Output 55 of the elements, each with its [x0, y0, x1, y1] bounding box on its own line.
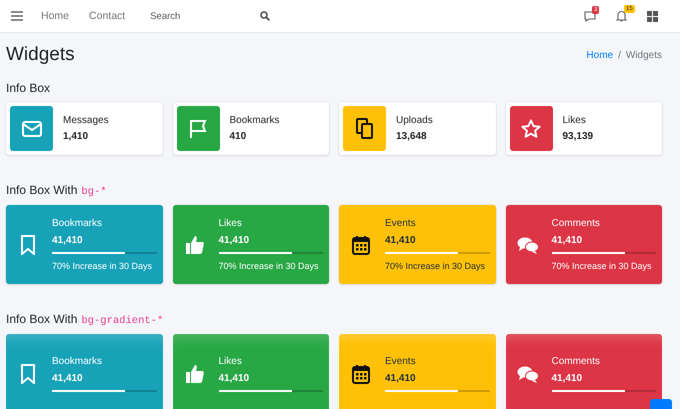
nav-link[interactable]: Home [41, 10, 70, 22]
section-heading: Info Box [6, 81, 52, 95]
copy-icon [356, 118, 373, 139]
breadcrumb-link[interactable]: Home [586, 50, 614, 60]
info-box-value: 41,410 [218, 372, 250, 384]
grid-icon[interactable] [647, 10, 658, 22]
menu-icon[interactable] [11, 11, 23, 21]
info-box-value: 41,410 [552, 235, 582, 246]
info-box-value: 410 [230, 131, 246, 142]
info-box-label: Messages [63, 115, 109, 126]
info-box-label: Comments [552, 218, 600, 229]
info-box-value: 41,410 [385, 372, 416, 384]
bookmark-icon [21, 234, 35, 254]
comments-icon [516, 364, 538, 382]
envelope-icon [22, 120, 42, 136]
calendar-icon [352, 234, 370, 254]
breadcrumb-link[interactable]: Widgets [626, 50, 662, 60]
info-box-label: Uploads [396, 115, 433, 126]
thumbs-up-icon [184, 234, 204, 254]
info-box-value: 41,410 [552, 372, 582, 384]
info-box-label: Comments [552, 356, 600, 366]
info-box-value: 41,410 [385, 235, 416, 246]
bookmark-icon [21, 364, 35, 384]
info-box-label: Likes [218, 356, 242, 366]
nav-link[interactable]: Contact [89, 10, 126, 22]
info-box-value: 41,410 [52, 235, 83, 246]
page-title: Widgets [6, 44, 75, 66]
info-box-value: 93,139 [562, 131, 594, 142]
info-box-label: Likes [218, 218, 242, 229]
info-box-value: 1,410 [63, 131, 88, 142]
info-box-value: 41,410 [218, 235, 250, 246]
info-box-label: Bookmarks [52, 356, 102, 366]
info-box-description: 70% Increase in 30 Days [52, 261, 152, 271]
info-box-label: Likes [562, 115, 586, 126]
comments-icon [516, 236, 538, 254]
section-heading: Info Box With bg-* [6, 183, 108, 198]
thumbs-up-icon [184, 364, 204, 384]
info-box-description: 70% Increase in 30 Days [552, 261, 652, 271]
chat-icon[interactable] [584, 10, 596, 22]
info-box-value: 13,648 [396, 131, 427, 142]
info-box-label: Bookmarks [230, 115, 280, 126]
breadcrumb-separator: / [618, 50, 621, 60]
info-box-label: Events [385, 356, 416, 366]
info-box-value: 41,410 [52, 372, 83, 384]
bell-icon[interactable] [616, 10, 627, 22]
info-box-description: 70% Increase in 30 Days [385, 261, 486, 271]
search-icon[interactable] [260, 11, 270, 21]
flag-icon [189, 118, 207, 138]
star-icon [521, 118, 541, 138]
info-box-label: Events [385, 218, 416, 229]
info-box-description: 70% Increase in 30 Days [218, 261, 319, 271]
search-field[interactable]: Search [150, 10, 240, 22]
info-box-label: Bookmarks [52, 218, 102, 229]
section-heading: Info Box With bg-gradient-* [6, 312, 164, 327]
calendar-icon [352, 364, 370, 384]
